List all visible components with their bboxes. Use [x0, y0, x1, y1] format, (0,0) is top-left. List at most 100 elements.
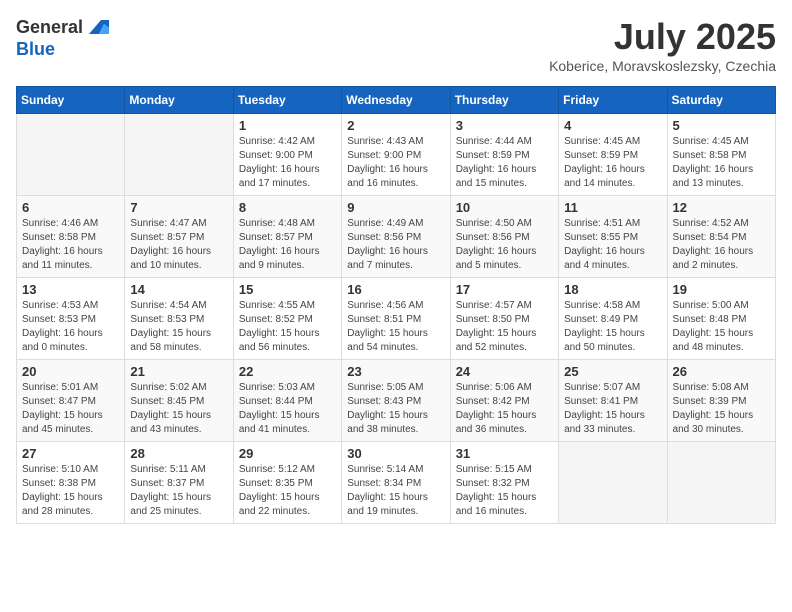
- day-info: Sunrise: 5:08 AM Sunset: 8:39 PM Dayligh…: [673, 381, 770, 437]
- day-info: Sunrise: 4:48 AM Sunset: 8:57 PM Dayligh…: [239, 217, 336, 273]
- day-number: 18: [564, 282, 661, 297]
- day-number: 27: [22, 446, 119, 461]
- calendar-cell: 19 Sunrise: 5:00 AM Sunset: 8:48 PM Dayli…: [667, 278, 775, 360]
- day-info: Sunrise: 4:50 AM Sunset: 8:56 PM Dayligh…: [456, 217, 553, 273]
- calendar-cell: 9 Sunrise: 4:49 AM Sunset: 8:56 PM Daylig…: [342, 196, 450, 278]
- day-info: Sunrise: 5:15 AM Sunset: 8:32 PM Dayligh…: [456, 463, 553, 519]
- day-info: Sunrise: 5:10 AM Sunset: 8:38 PM Dayligh…: [22, 463, 119, 519]
- day-info: Sunrise: 4:57 AM Sunset: 8:50 PM Dayligh…: [456, 299, 553, 355]
- weekday-header-monday: Monday: [125, 87, 233, 114]
- day-number: 6: [22, 200, 119, 215]
- weekday-header-saturday: Saturday: [667, 87, 775, 114]
- day-number: 13: [22, 282, 119, 297]
- calendar-cell: [667, 442, 775, 524]
- logo: General Blue: [16, 16, 109, 60]
- day-number: 28: [130, 446, 227, 461]
- day-number: 26: [673, 364, 770, 379]
- day-info: Sunrise: 5:00 AM Sunset: 8:48 PM Dayligh…: [673, 299, 770, 355]
- logo-blue-text: Blue: [16, 40, 109, 60]
- calendar-cell: 24Sunrise: 5:06 AM Sunset: 8:42 PM Dayli…: [450, 360, 558, 442]
- calendar-cell: 10Sunrise: 4:50 AM Sunset: 8:56 PM Dayli…: [450, 196, 558, 278]
- day-number: 25: [564, 364, 661, 379]
- weekday-header-thursday: Thursday: [450, 87, 558, 114]
- day-info: Sunrise: 5:03 AM Sunset: 8:44 PM Dayligh…: [239, 381, 336, 437]
- day-number: 15: [239, 282, 336, 297]
- calendar-cell: 6Sunrise: 4:46 AM Sunset: 8:58 PM Daylig…: [17, 196, 125, 278]
- week-row-1: 1 Sunrise: 4:42 AM Sunset: 9:00 PM Daylig…: [17, 114, 776, 196]
- calendar-cell: [17, 114, 125, 196]
- calendar-cell: 3 Sunrise: 4:44 AM Sunset: 8:59 PM Daylig…: [450, 114, 558, 196]
- calendar-cell: 5Sunrise: 4:45 AM Sunset: 8:58 PM Daylig…: [667, 114, 775, 196]
- day-info: Sunrise: 4:42 AM Sunset: 9:00 PM Dayligh…: [239, 135, 336, 191]
- calendar-cell: 14 Sunrise: 4:54 AM Sunset: 8:53 PM Dayli…: [125, 278, 233, 360]
- calendar-cell: 29 Sunrise: 5:12 AM Sunset: 8:35 PM Dayli…: [233, 442, 341, 524]
- day-info: Sunrise: 5:07 AM Sunset: 8:41 PM Dayligh…: [564, 381, 661, 437]
- day-number: 19: [673, 282, 770, 297]
- calendar-cell: 21 Sunrise: 5:02 AM Sunset: 8:45 PM Dayli…: [125, 360, 233, 442]
- calendar-cell: 25 Sunrise: 5:07 AM Sunset: 8:41 PM Dayli…: [559, 360, 667, 442]
- day-number: 22: [239, 364, 336, 379]
- day-info: Sunrise: 4:54 AM Sunset: 8:53 PM Dayligh…: [130, 299, 227, 355]
- day-number: 2: [347, 118, 444, 133]
- day-info: Sunrise: 4:58 AM Sunset: 8:49 PM Dayligh…: [564, 299, 661, 355]
- day-number: 21: [130, 364, 227, 379]
- day-number: 31: [456, 446, 553, 461]
- calendar-table: SundayMondayTuesdayWednesdayThursdayFrid…: [16, 86, 776, 524]
- day-number: 5: [673, 118, 770, 133]
- day-number: 14: [130, 282, 227, 297]
- day-number: 3: [456, 118, 553, 133]
- calendar-cell: 23 Sunrise: 5:05 AM Sunset: 8:43 PM Dayli…: [342, 360, 450, 442]
- day-info: Sunrise: 4:44 AM Sunset: 8:59 PM Dayligh…: [456, 135, 553, 191]
- day-info: Sunrise: 5:11 AM Sunset: 8:37 PM Dayligh…: [130, 463, 227, 519]
- weekday-header-tuesday: Tuesday: [233, 87, 341, 114]
- weekday-header-wednesday: Wednesday: [342, 87, 450, 114]
- day-info: Sunrise: 5:05 AM Sunset: 8:43 PM Dayligh…: [347, 381, 444, 437]
- title-block: July 2025 Koberice, Moravskoslezsky, Cze…: [549, 16, 776, 74]
- calendar-cell: [125, 114, 233, 196]
- calendar-cell: 2 Sunrise: 4:43 AM Sunset: 9:00 PM Daylig…: [342, 114, 450, 196]
- day-info: Sunrise: 4:51 AM Sunset: 8:55 PM Dayligh…: [564, 217, 661, 273]
- calendar-cell: 1 Sunrise: 4:42 AM Sunset: 9:00 PM Daylig…: [233, 114, 341, 196]
- calendar-cell: 27 Sunrise: 5:10 AM Sunset: 8:38 PM Dayli…: [17, 442, 125, 524]
- day-number: 30: [347, 446, 444, 461]
- day-info: Sunrise: 5:02 AM Sunset: 8:45 PM Dayligh…: [130, 381, 227, 437]
- calendar-cell: [559, 442, 667, 524]
- logo-general-text: General: [16, 18, 83, 38]
- day-info: Sunrise: 4:52 AM Sunset: 8:54 PM Dayligh…: [673, 217, 770, 273]
- day-info: Sunrise: 4:45 AM Sunset: 8:59 PM Dayligh…: [564, 135, 661, 191]
- day-info: Sunrise: 4:43 AM Sunset: 9:00 PM Dayligh…: [347, 135, 444, 191]
- calendar-cell: 11 Sunrise: 4:51 AM Sunset: 8:55 PM Dayli…: [559, 196, 667, 278]
- logo-icon: [85, 16, 109, 40]
- calendar-cell: 7Sunrise: 4:47 AM Sunset: 8:57 PM Daylig…: [125, 196, 233, 278]
- day-info: Sunrise: 4:49 AM Sunset: 8:56 PM Dayligh…: [347, 217, 444, 273]
- day-number: 23: [347, 364, 444, 379]
- calendar-cell: 26 Sunrise: 5:08 AM Sunset: 8:39 PM Dayli…: [667, 360, 775, 442]
- day-number: 7: [130, 200, 227, 215]
- day-number: 1: [239, 118, 336, 133]
- day-info: Sunrise: 5:14 AM Sunset: 8:34 PM Dayligh…: [347, 463, 444, 519]
- weekday-header-row: SundayMondayTuesdayWednesdayThursdayFrid…: [17, 87, 776, 114]
- calendar-cell: 20 Sunrise: 5:01 AM Sunset: 8:47 PM Dayli…: [17, 360, 125, 442]
- week-row-4: 20 Sunrise: 5:01 AM Sunset: 8:47 PM Dayli…: [17, 360, 776, 442]
- day-number: 20: [22, 364, 119, 379]
- location-subtitle: Koberice, Moravskoslezsky, Czechia: [549, 58, 776, 74]
- calendar-cell: 12Sunrise: 4:52 AM Sunset: 8:54 PM Dayli…: [667, 196, 775, 278]
- day-info: Sunrise: 5:01 AM Sunset: 8:47 PM Dayligh…: [22, 381, 119, 437]
- day-number: 9: [347, 200, 444, 215]
- week-row-5: 27 Sunrise: 5:10 AM Sunset: 8:38 PM Dayli…: [17, 442, 776, 524]
- calendar-cell: 8 Sunrise: 4:48 AM Sunset: 8:57 PM Daylig…: [233, 196, 341, 278]
- calendar-cell: 17 Sunrise: 4:57 AM Sunset: 8:50 PM Dayli…: [450, 278, 558, 360]
- day-number: 29: [239, 446, 336, 461]
- weekday-header-friday: Friday: [559, 87, 667, 114]
- month-year-title: July 2025: [549, 16, 776, 58]
- calendar-cell: 13 Sunrise: 4:53 AM Sunset: 8:53 PM Dayli…: [17, 278, 125, 360]
- day-info: Sunrise: 4:53 AM Sunset: 8:53 PM Dayligh…: [22, 299, 119, 355]
- calendar-cell: 22 Sunrise: 5:03 AM Sunset: 8:44 PM Dayli…: [233, 360, 341, 442]
- day-info: Sunrise: 5:12 AM Sunset: 8:35 PM Dayligh…: [239, 463, 336, 519]
- day-number: 24: [456, 364, 553, 379]
- calendar-cell: 4Sunrise: 4:45 AM Sunset: 8:59 PM Daylig…: [559, 114, 667, 196]
- day-number: 11: [564, 200, 661, 215]
- calendar-cell: 30 Sunrise: 5:14 AM Sunset: 8:34 PM Dayli…: [342, 442, 450, 524]
- day-number: 17: [456, 282, 553, 297]
- day-number: 8: [239, 200, 336, 215]
